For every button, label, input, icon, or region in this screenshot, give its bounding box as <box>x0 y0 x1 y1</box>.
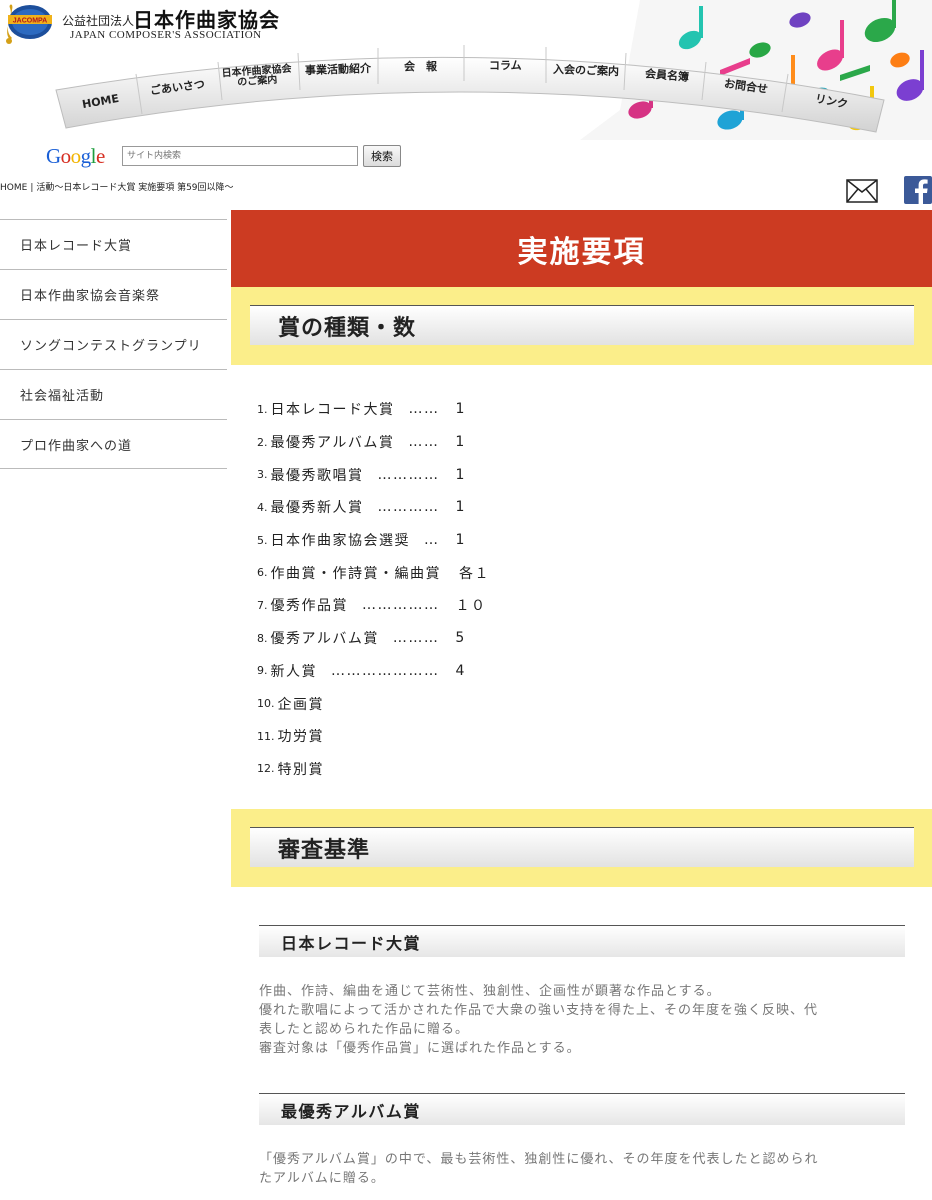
breadcrumb-home[interactable]: HOME <box>0 183 27 193</box>
award-item: 1. 日本レコード大賞 …… 1 <box>257 393 490 426</box>
criteria-line: 優れた歌唱によって活かされた作品で大衆の強い支持を得た上、その年度を強く反映、代 <box>259 1003 818 1018</box>
award-count: １０ <box>455 598 487 615</box>
award-name: 最優秀歌唱賞 <box>270 467 364 484</box>
award-item: 9. 新人賞 ………………… 4 <box>257 655 490 688</box>
mail-icon[interactable] <box>846 179 878 203</box>
award-name: 特別賞 <box>277 761 324 778</box>
award-item: 10. 企画賞 <box>257 687 490 720</box>
org-prefix: 公益社団法人 <box>62 14 135 28</box>
award-dots: … <box>424 532 440 549</box>
award-dots: …………… <box>362 597 440 614</box>
award-count: 5 <box>455 630 466 647</box>
jacompa-logo[interactable]: JACOMPA <box>0 0 54 48</box>
award-dots: ………… <box>377 466 440 483</box>
award-item: 8. 優秀アルバム賞 ……… 5 <box>257 622 490 655</box>
nav-member-list[interactable]: 会員名簿 <box>645 67 690 84</box>
award-count: 1 <box>455 434 466 451</box>
award-num: 11. <box>257 729 275 743</box>
criteria-text-record-award: 作曲、作詩、編曲を通じて芸術性、独創性、企画性が顕著な作品とする。 優れた歌唱に… <box>259 982 899 1058</box>
nav-activities[interactable]: 事業活動紹介 <box>305 62 371 77</box>
award-dots: ………… <box>377 499 440 516</box>
criteria-line: 作曲、作詩、編曲を通じて芸術性、独創性、企画性が顕著な作品とする。 <box>259 984 721 999</box>
site-header: JACOMPA 公益社団法人 日本作曲家協会 JAPAN COMPOSER'S … <box>0 0 932 140</box>
award-item: 3. 最優秀歌唱賞 ………… 1 <box>257 458 490 491</box>
section-band-criteria: 審査基準 <box>231 809 932 887</box>
sidebar-item-social-welfare[interactable]: 社会福祉活動 <box>0 369 227 419</box>
section-band-awards: 賞の種類・数 <box>231 287 932 365</box>
criteria-title-best-album: 最優秀アルバム賞 <box>259 1093 905 1125</box>
award-item: 11. 功労賞 <box>257 720 490 753</box>
award-item: 5. 日本作曲家協会選奨 … 1 <box>257 524 490 557</box>
nav-bulletin[interactable]: 会 報 <box>404 61 437 72</box>
award-dots: ………………… <box>331 662 440 679</box>
award-list: 1. 日本レコード大賞…… 1 2. 最優秀アルバム賞…… 1 3. 最優秀歌唱賞…………… <box>257 393 490 785</box>
logo-text: JACOMPA <box>13 18 47 25</box>
award-num: 5. <box>257 533 268 547</box>
award-name: 最優秀アルバム賞 <box>270 435 395 452</box>
award-num: 3. <box>257 468 268 482</box>
criteria-text-best-album: 「優秀アルバム賞」の中で、最も芸術性、独創性に優れ、その年度を代表したと認められ… <box>259 1150 899 1188</box>
award-item: 4. 最優秀新人賞 ………… 1 <box>257 491 490 524</box>
award-count: 1 <box>455 499 466 516</box>
section-title-criteria: 審査基準 <box>250 827 914 867</box>
award-dots: ……… <box>392 630 440 647</box>
award-count: 1 <box>455 466 466 483</box>
award-num: 6. <box>257 566 268 580</box>
facebook-icon[interactable] <box>904 176 932 204</box>
search-button[interactable]: 検索 <box>363 145 401 167</box>
award-name: 作曲賞・作詩賞・編曲賞 <box>270 565 441 582</box>
award-name: 優秀アルバム賞 <box>270 631 379 648</box>
award-count: 1 <box>455 532 466 549</box>
sidebar-item-music-festival[interactable]: 日本作曲家協会音楽祭 <box>0 269 227 319</box>
award-item: 7. 優秀作品賞 …………… １０ <box>257 589 490 622</box>
award-count: 4 <box>455 662 466 679</box>
criteria-title-record-award: 日本レコード大賞 <box>259 925 905 957</box>
award-count: 1 <box>455 401 466 418</box>
award-num: 9. <box>257 664 268 678</box>
criteria-line: たアルバムに贈る。 <box>259 1171 385 1186</box>
award-name: 日本作曲家協会選奨 <box>270 533 410 550</box>
nav-column[interactable]: コラム <box>489 60 522 71</box>
award-name: 新人賞 <box>270 663 317 680</box>
award-num: 7. <box>257 598 268 612</box>
criteria-line: 表したと認められた作品に贈る。 <box>259 1022 470 1037</box>
site-search-input[interactable] <box>122 146 358 166</box>
award-item: 2. 最優秀アルバム賞 …… 1 <box>257 426 490 459</box>
award-name: 企画賞 <box>277 696 324 713</box>
sidebar-item-record-award[interactable]: 日本レコード大賞 <box>0 219 227 269</box>
award-num: 2. <box>257 435 268 449</box>
section-title-awards: 賞の種類・数 <box>250 305 914 345</box>
award-name: 最優秀新人賞 <box>270 500 364 517</box>
award-num: 10. <box>257 697 275 711</box>
award-count: 各１ <box>459 565 490 582</box>
award-item: 12. 特別賞 <box>257 753 490 786</box>
award-name: 優秀作品賞 <box>270 598 348 615</box>
award-num: 8. <box>257 631 268 645</box>
award-num: 12. <box>257 762 275 776</box>
award-num: 1. <box>257 402 268 416</box>
main-content: 実施要項 <box>231 210 932 287</box>
google-logo: Google <box>46 144 105 168</box>
breadcrumb-separator: | <box>30 183 34 193</box>
award-name: 日本レコード大賞 <box>270 402 395 419</box>
sidebar-item-song-contest[interactable]: ソングコンテストグランプリ <box>0 319 227 369</box>
nav-membership[interactable]: 入会のご案内 <box>553 63 619 78</box>
award-name: 功労賞 <box>277 729 324 746</box>
award-dots: …… <box>408 401 440 418</box>
award-dots: …… <box>408 434 440 451</box>
sidebar-item-pro-composer[interactable]: プロ作曲家への道 <box>0 419 227 469</box>
criteria-line: 審査対象は「優秀作品賞」に選ばれた作品とする。 <box>259 1041 581 1056</box>
criteria-line: 「優秀アルバム賞」の中で、最も芸術性、独創性に優れ、その年度を代表したと認められ <box>259 1152 819 1167</box>
breadcrumb-current: 活動～日本レコード大賞 実施要項 第59回以降～ <box>36 183 234 193</box>
award-item: 6. 作曲賞・作詩賞・編曲賞 各１ <box>257 556 490 589</box>
breadcrumb: HOME | 活動～日本レコード大賞 実施要項 第59回以降～ <box>0 180 234 193</box>
sidebar-nav: 日本レコード大賞 日本作曲家協会音楽祭 ソングコンテストグランプリ 社会福祉活動… <box>0 219 227 469</box>
award-num: 4. <box>257 500 268 514</box>
page-title: 実施要項 <box>231 210 932 287</box>
